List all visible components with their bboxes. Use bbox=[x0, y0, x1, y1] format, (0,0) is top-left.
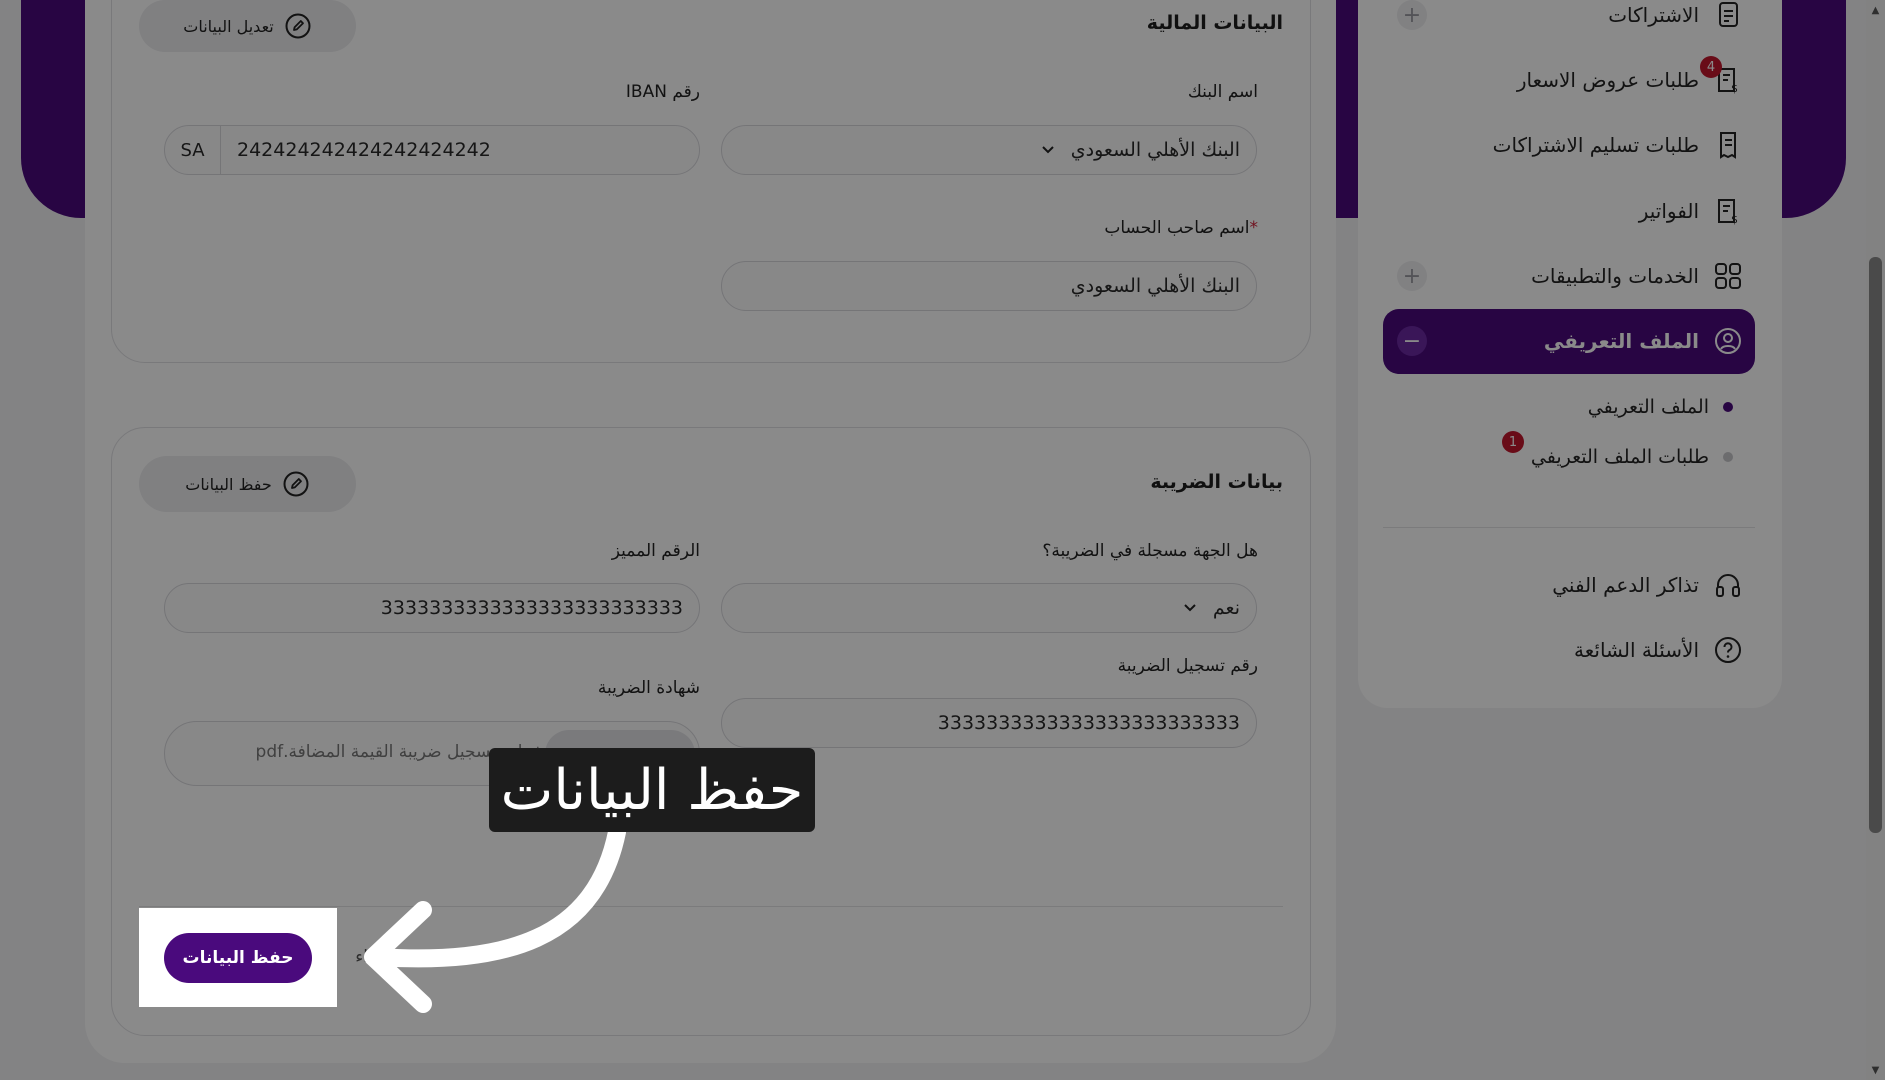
tutorial-callout: حفظ البيانات bbox=[489, 748, 815, 832]
curved-arrow-icon bbox=[364, 823, 626, 1013]
save-data-button[interactable]: حفظ البيانات bbox=[164, 933, 312, 983]
